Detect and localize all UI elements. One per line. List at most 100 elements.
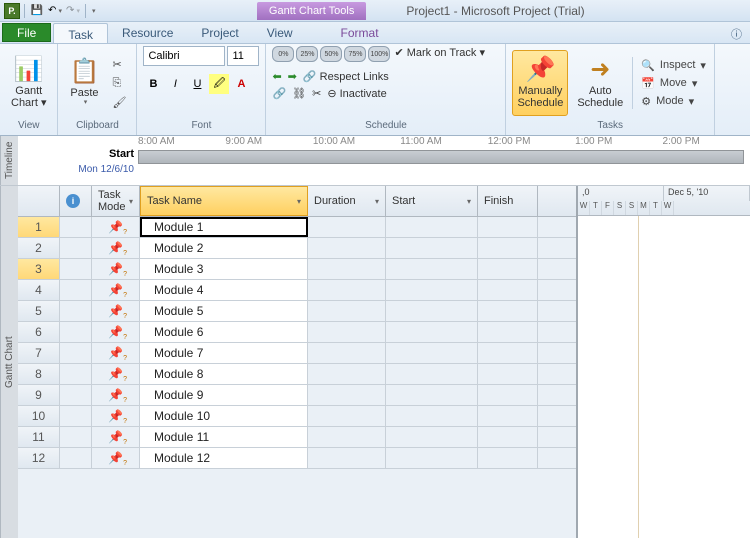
undo-icon[interactable]: ↶▾ xyxy=(47,3,63,19)
font-size-select[interactable] xyxy=(227,46,259,66)
cell-info[interactable] xyxy=(60,238,92,258)
format-painter-button[interactable]: 🖌 xyxy=(108,94,130,111)
cell-task-name[interactable]: Module 8 xyxy=(140,364,308,384)
sheet-body[interactable]: 1📌Module 12📌Module 23📌Module 34📌Module 4… xyxy=(18,217,576,538)
cell-task-name[interactable]: Module 11 xyxy=(140,427,308,447)
pct-50-button[interactable]: 50% xyxy=(320,46,342,62)
cell-duration[interactable] xyxy=(308,364,386,384)
cell-start[interactable] xyxy=(386,238,478,258)
row-number[interactable]: 2 xyxy=(18,238,60,258)
unlink-button[interactable]: ⛓ xyxy=(292,87,306,100)
cell-finish[interactable] xyxy=(478,448,538,468)
cell-duration[interactable] xyxy=(308,259,386,279)
cell-mode[interactable]: 📌 xyxy=(92,259,140,279)
redo-icon[interactable]: ↷▾ xyxy=(65,3,81,19)
cell-finish[interactable] xyxy=(478,343,538,363)
cell-mode[interactable]: 📌 xyxy=(92,364,140,384)
cell-start[interactable] xyxy=(386,427,478,447)
cell-start[interactable] xyxy=(386,301,478,321)
cell-task-name[interactable]: Module 4 xyxy=(140,280,308,300)
cell-mode[interactable]: 📌 xyxy=(92,322,140,342)
cell-duration[interactable] xyxy=(308,322,386,342)
table-row[interactable]: 11📌Module 11 xyxy=(18,427,576,448)
indent-button[interactable]: ➡ xyxy=(288,70,297,83)
cell-start[interactable] xyxy=(386,364,478,384)
cell-task-name[interactable]: Module 9 xyxy=(140,385,308,405)
cell-finish[interactable] xyxy=(478,427,538,447)
font-name-select[interactable] xyxy=(143,46,225,66)
col-info[interactable]: i xyxy=(60,186,92,216)
cell-duration[interactable] xyxy=(308,217,386,237)
mark-on-track-button[interactable]: ✔ Mark on Track ▾ xyxy=(394,46,485,62)
ribbon-help-icon[interactable]: ⓘ xyxy=(723,22,750,43)
cell-finish[interactable] xyxy=(478,280,538,300)
bold-button[interactable]: B xyxy=(143,74,163,94)
cell-start[interactable] xyxy=(386,217,478,237)
cell-finish[interactable] xyxy=(478,322,538,342)
cell-task-name[interactable]: Module 3 xyxy=(140,259,308,279)
table-row[interactable]: 12📌Module 12 xyxy=(18,448,576,469)
cell-info[interactable] xyxy=(60,343,92,363)
cell-task-name[interactable]: Module 1 xyxy=(140,217,308,237)
tab-task[interactable]: Task xyxy=(53,23,108,43)
cell-info[interactable] xyxy=(60,406,92,426)
table-row[interactable]: 1 📌Module 1 xyxy=(18,217,576,238)
gantt-chart-tab[interactable]: Gantt Chart xyxy=(0,186,18,538)
row-number[interactable]: 4 xyxy=(18,280,60,300)
pct-75-button[interactable]: 75% xyxy=(344,46,366,62)
cell-start[interactable] xyxy=(386,322,478,342)
auto-schedule-button[interactable]: ➜ AutoSchedule xyxy=(572,50,628,116)
cell-info[interactable] xyxy=(60,301,92,321)
cell-finish[interactable] xyxy=(478,301,538,321)
cell-duration[interactable] xyxy=(308,406,386,426)
cell-finish[interactable] xyxy=(478,364,538,384)
cell-start[interactable] xyxy=(386,448,478,468)
table-row[interactable]: 9📌Module 9 xyxy=(18,385,576,406)
row-number[interactable]: 9 xyxy=(18,385,60,405)
cell-finish[interactable] xyxy=(478,406,538,426)
cell-mode[interactable]: 📌 xyxy=(92,238,140,258)
pct-25-button[interactable]: 25% xyxy=(296,46,318,62)
timeline-bar[interactable] xyxy=(138,150,744,164)
row-number[interactable]: 3 xyxy=(18,259,60,279)
row-number[interactable]: 12 xyxy=(18,448,60,468)
timeline-tab[interactable]: Timeline xyxy=(0,136,18,185)
cell-mode[interactable]: 📌 xyxy=(92,343,140,363)
app-icon[interactable]: P. xyxy=(4,3,20,19)
col-finish[interactable]: Finish xyxy=(478,186,538,216)
cell-duration[interactable] xyxy=(308,427,386,447)
cell-start[interactable] xyxy=(386,259,478,279)
row-number[interactable]: 11 xyxy=(18,427,60,447)
cell-start[interactable] xyxy=(386,280,478,300)
cell-info[interactable] xyxy=(60,322,92,342)
cell-task-name[interactable]: Module 10 xyxy=(140,406,308,426)
gantt-bars-area[interactable] xyxy=(578,216,750,538)
cell-info[interactable] xyxy=(60,280,92,300)
table-row[interactable]: 2 📌Module 2 xyxy=(18,238,576,259)
cell-info[interactable] xyxy=(60,217,92,237)
pct-100-button[interactable]: 100% xyxy=(368,46,390,62)
cut-button[interactable]: ✂ xyxy=(108,56,130,73)
table-row[interactable]: 4📌Module 4 xyxy=(18,280,576,301)
gantt-chart-button[interactable]: 📊 GanttChart ▾ xyxy=(6,50,51,116)
cell-start[interactable] xyxy=(386,406,478,426)
cell-task-name[interactable]: Module 7 xyxy=(140,343,308,363)
cell-start[interactable] xyxy=(386,343,478,363)
cell-task-name[interactable]: Module 2 xyxy=(140,238,308,258)
inactivate-button[interactable]: ⊖ Inactivate xyxy=(327,87,386,100)
row-number[interactable]: 1 xyxy=(18,217,60,237)
outdent-button[interactable]: ⬅ xyxy=(272,70,281,83)
inspect-button[interactable]: 🔍 Inspect ▾ xyxy=(639,57,708,73)
table-row[interactable]: 10📌Module 10 xyxy=(18,406,576,427)
row-number[interactable]: 8 xyxy=(18,364,60,384)
col-rownum[interactable] xyxy=(18,186,60,216)
split-button[interactable]: ✂ xyxy=(312,87,321,100)
tab-view[interactable]: View xyxy=(253,22,307,43)
italic-button[interactable]: I xyxy=(165,74,185,94)
fontcolor-button[interactable]: A xyxy=(231,74,251,94)
table-row[interactable]: 8 📌Module 8 xyxy=(18,364,576,385)
cell-duration[interactable] xyxy=(308,238,386,258)
cell-task-name[interactable]: Module 6 xyxy=(140,322,308,342)
cell-info[interactable] xyxy=(60,427,92,447)
cell-mode[interactable]: 📌 xyxy=(92,217,140,237)
